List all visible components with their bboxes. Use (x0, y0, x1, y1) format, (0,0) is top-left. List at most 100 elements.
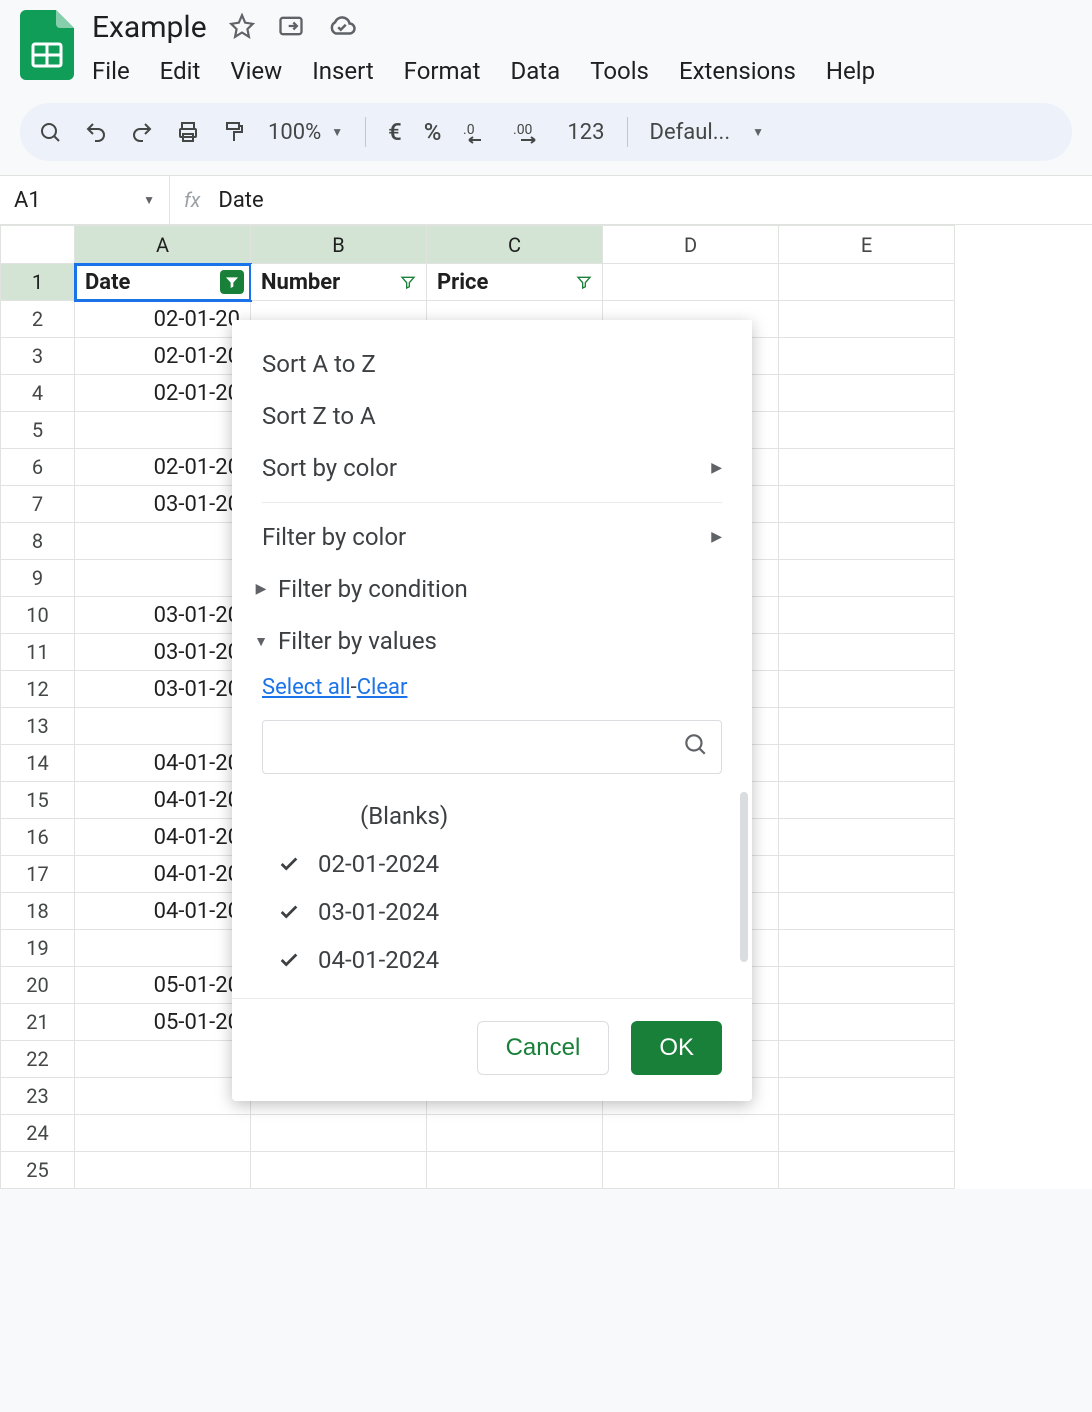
cell[interactable] (779, 856, 955, 893)
move-icon[interactable] (277, 12, 305, 44)
zoom-select[interactable]: 100% ▼ (268, 120, 343, 145)
filter-by-values[interactable]: ▼Filter by values (232, 615, 752, 667)
cell[interactable] (75, 1078, 251, 1115)
undo-icon[interactable] (84, 120, 108, 144)
ok-button[interactable]: OK (631, 1021, 722, 1075)
filter-value-item[interactable]: 02-01-2024 (262, 840, 722, 888)
paint-format-icon[interactable] (222, 120, 246, 144)
cell[interactable] (779, 1041, 955, 1078)
cell[interactable] (75, 523, 251, 560)
cell[interactable] (779, 782, 955, 819)
row-header[interactable]: 25 (1, 1152, 75, 1189)
cell[interactable]: 03-01-20 (75, 486, 251, 523)
font-select[interactable]: Defaul... (650, 120, 731, 145)
star-icon[interactable] (229, 13, 255, 43)
cell[interactable]: 02-01-20 (75, 449, 251, 486)
col-header-B[interactable]: B (251, 226, 427, 264)
row-header[interactable]: 5 (1, 412, 75, 449)
row-header[interactable]: 13 (1, 708, 75, 745)
col-header-D[interactable]: D (603, 226, 779, 264)
cell-A1[interactable]: Date (75, 264, 251, 301)
cell[interactable] (779, 819, 955, 856)
cell[interactable] (779, 560, 955, 597)
clear-link[interactable]: Clear (357, 675, 408, 700)
row-header[interactable]: 18 (1, 893, 75, 930)
cell[interactable] (779, 1115, 955, 1152)
menu-insert[interactable]: Insert (312, 57, 373, 85)
filter-by-color[interactable]: Filter by color (232, 511, 752, 563)
row-header[interactable]: 10 (1, 597, 75, 634)
cell[interactable] (779, 1078, 955, 1115)
cell[interactable] (75, 412, 251, 449)
cell[interactable] (779, 449, 955, 486)
cell[interactable] (779, 745, 955, 782)
sheets-logo[interactable] (20, 10, 74, 80)
cell-B1[interactable]: Number (251, 264, 427, 301)
cell-C1[interactable]: Price (427, 264, 603, 301)
row-header[interactable]: 17 (1, 856, 75, 893)
redo-icon[interactable] (130, 120, 154, 144)
menu-tools[interactable]: Tools (590, 57, 649, 85)
menu-format[interactable]: Format (404, 57, 481, 85)
row-header[interactable]: 24 (1, 1115, 75, 1152)
cell[interactable]: 04-01-20 (75, 782, 251, 819)
filter-icon[interactable] (220, 270, 244, 294)
sort-by-color[interactable]: Sort by color (232, 442, 752, 494)
filter-value-item[interactable]: 04-01-2024 (262, 936, 722, 984)
cell[interactable]: 03-01-20 (75, 634, 251, 671)
row-header[interactable]: 22 (1, 1041, 75, 1078)
menu-extensions[interactable]: Extensions (679, 57, 796, 85)
cell[interactable] (779, 1004, 955, 1041)
col-header-C[interactable]: C (427, 226, 603, 264)
sort-za[interactable]: Sort Z to A (232, 390, 752, 442)
increase-decimal-icon[interactable]: .00 (513, 120, 545, 144)
cell[interactable] (779, 634, 955, 671)
row-header[interactable]: 11 (1, 634, 75, 671)
cell-D1[interactable] (603, 264, 779, 301)
cell[interactable]: 03-01-20 (75, 597, 251, 634)
cell[interactable]: 03-01-20 (75, 671, 251, 708)
row-header[interactable]: 21 (1, 1004, 75, 1041)
cell[interactable] (427, 1152, 603, 1189)
menu-view[interactable]: View (230, 57, 282, 85)
cell[interactable] (779, 338, 955, 375)
filter-icon[interactable] (396, 270, 420, 294)
cloud-saved-icon[interactable] (327, 11, 357, 45)
cell[interactable] (75, 560, 251, 597)
row-header[interactable]: 7 (1, 486, 75, 523)
row-header[interactable]: 1 (1, 264, 75, 301)
cell[interactable] (779, 523, 955, 560)
chevron-down-icon[interactable]: ▼ (752, 125, 764, 139)
cell[interactable] (427, 1115, 603, 1152)
cell[interactable] (603, 1115, 779, 1152)
row-header[interactable]: 2 (1, 301, 75, 338)
cell[interactable] (779, 893, 955, 930)
row-header[interactable]: 19 (1, 930, 75, 967)
filter-search-input[interactable] (262, 720, 722, 774)
menu-data[interactable]: Data (510, 57, 560, 85)
select-all-link[interactable]: Select all (262, 675, 351, 700)
print-icon[interactable] (176, 120, 200, 144)
cell[interactable]: 02-01-20 (75, 338, 251, 375)
cell[interactable]: 04-01-20 (75, 819, 251, 856)
cell[interactable] (779, 412, 955, 449)
row-header[interactable]: 20 (1, 967, 75, 1004)
decrease-decimal-icon[interactable]: .0 (463, 120, 491, 144)
cell[interactable]: 05-01-20 (75, 967, 251, 1004)
row-header[interactable]: 6 (1, 449, 75, 486)
name-box[interactable]: A1 ▼ (0, 176, 170, 224)
menu-file[interactable]: File (92, 57, 130, 85)
row-header[interactable]: 16 (1, 819, 75, 856)
cell[interactable]: 04-01-20 (75, 856, 251, 893)
cell[interactable] (75, 1041, 251, 1078)
cell[interactable]: 02-01-20 (75, 375, 251, 412)
row-header[interactable]: 23 (1, 1078, 75, 1115)
row-header[interactable]: 3 (1, 338, 75, 375)
row-header[interactable]: 14 (1, 745, 75, 782)
cell[interactable]: 05-01-20 (75, 1004, 251, 1041)
row-header[interactable]: 8 (1, 523, 75, 560)
filter-icon[interactable] (572, 270, 596, 294)
cell[interactable]: 04-01-20 (75, 893, 251, 930)
cell[interactable] (779, 967, 955, 1004)
menu-edit[interactable]: Edit (160, 57, 201, 85)
